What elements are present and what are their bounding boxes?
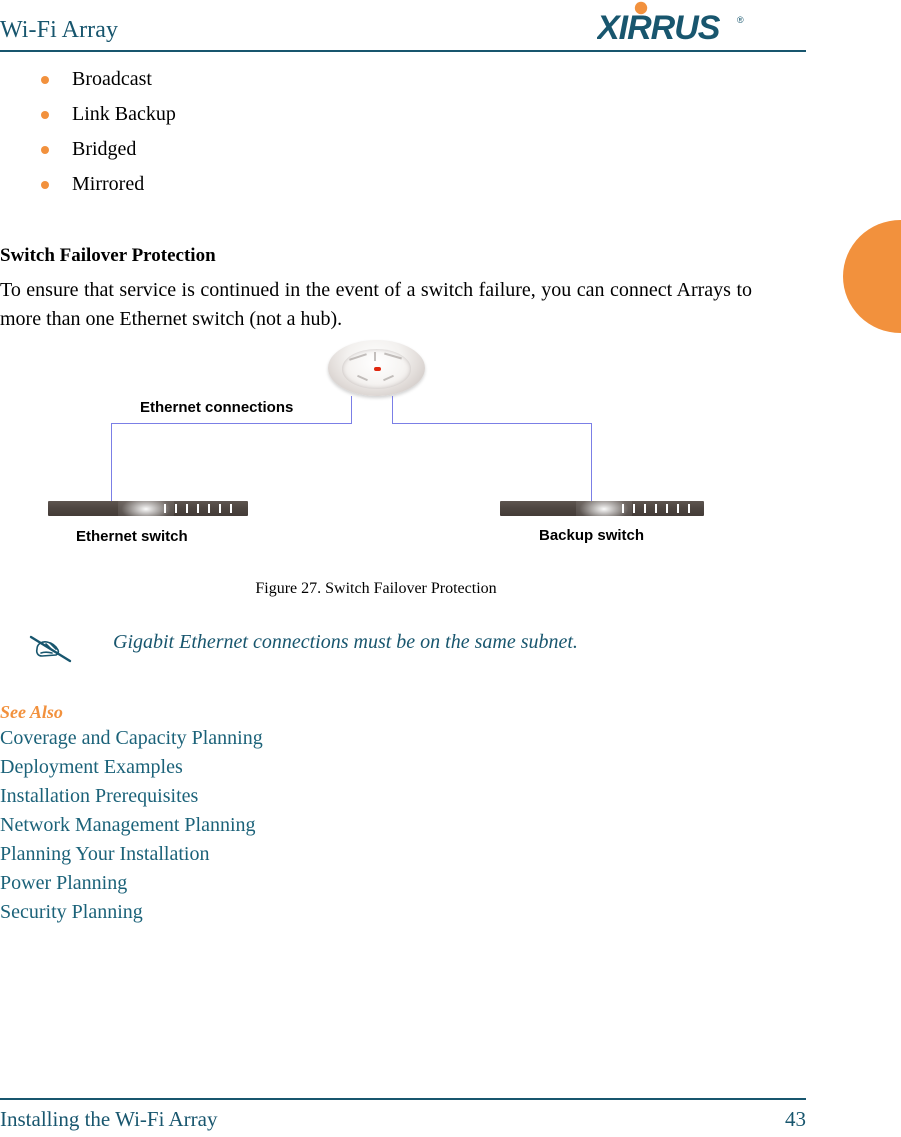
connection-line-right-vertical-drop [591,423,592,502]
wifi-array-device-image [328,340,425,396]
list-item-label: Broadcast [72,68,152,90]
see-also-link[interactable]: Installation Prerequisites [0,782,600,811]
section-paragraph: To ensure that service is continued in t… [0,279,752,330]
label-ethernet-switch: Ethernet switch [76,528,188,545]
label-ethernet-connections: Ethernet connections [140,399,294,416]
see-also-link[interactable]: Deployment Examples [0,753,600,782]
backup-switch-image [500,501,704,516]
list-item-label: Bridged [72,138,137,160]
connection-line-left-vertical-drop [111,423,112,502]
array-vent [373,352,376,362]
see-also-heading: See Also [0,702,63,722]
list-item-label: Mirrored [72,173,145,195]
note-callout: Gigabit Ethernet connections must be on … [0,625,780,673]
svg-text:XIRRUS: XIRRUS [597,9,721,45]
ethernet-switch-image [48,501,248,516]
list-item: Mirrored [0,167,780,202]
feature-bullet-list: Broadcast Link Backup Bridged Mirrored [0,62,780,202]
writing-hand-pencil-icon [28,629,76,669]
list-item: Link Backup [0,97,780,132]
label-backup-switch: Backup switch [539,527,645,544]
bullet-dot-icon [41,111,49,119]
list-item: Bridged [0,132,780,167]
figure-caption: Figure 27. Switch Failover Protection [255,580,497,597]
switch-port-indicators [164,504,232,513]
see-also-link[interactable]: Planning Your Installation [0,840,600,869]
see-also-link[interactable]: Security Planning [0,898,600,927]
see-also-link[interactable]: Coverage and Capacity Planning [0,724,600,753]
footer-page-number: 43 [785,1107,806,1131]
page-header: Wi-Fi Array XIRRUS ® [0,0,806,52]
page-header-title: Wi-Fi Array [0,17,119,43]
connection-line-right-horizontal [392,423,592,424]
see-also-link[interactable]: Network Management Planning [0,811,600,840]
array-status-led [373,366,381,371]
bullet-dot-icon [41,76,49,84]
see-also-section: See Also Coverage and Capacity Planning … [0,700,600,927]
xirrus-logo: XIRRUS ® [597,1,767,45]
section-heading: Switch Failover Protection [0,244,216,266]
bullet-dot-icon [41,146,49,154]
note-text: Gigabit Ethernet connections must be on … [113,631,578,653]
bullet-dot-icon [41,181,49,189]
footer-divider [0,1098,806,1100]
header-divider [0,50,806,52]
page-footer: Installing the Wi-Fi Array 43 [0,1098,806,1137]
connection-line-left-vertical-top [351,396,352,424]
chapter-thumb-tab [843,220,901,333]
switch-port-indicators [622,504,690,513]
footer-title: Installing the Wi-Fi Array [0,1107,218,1131]
list-item: Broadcast [0,62,780,97]
connection-line-left-horizontal [111,423,352,424]
list-item-label: Link Backup [72,103,176,125]
see-also-link[interactable]: Power Planning [0,869,600,898]
connection-line-right-vertical-top [392,396,393,424]
svg-text:®: ® [737,15,744,25]
